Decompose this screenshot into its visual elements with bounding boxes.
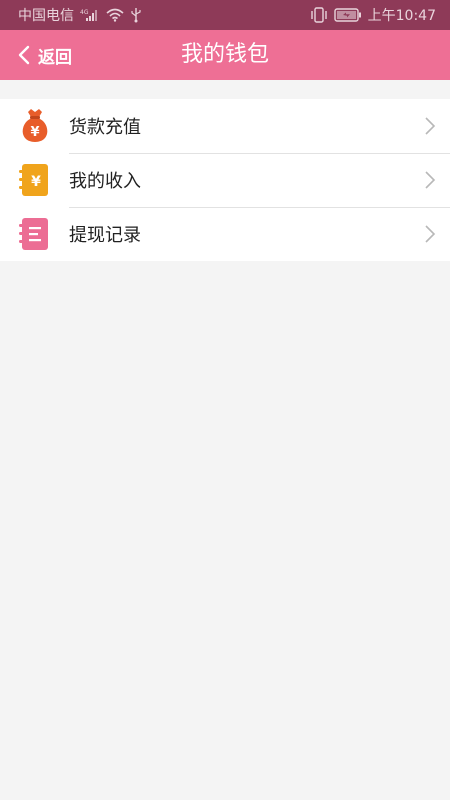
wallet-menu-list: ¥ 货款充值 ¥ 我的收入 提现记录: [0, 99, 450, 261]
chevron-right-icon: [424, 170, 436, 194]
menu-item-label: 提现记录: [69, 225, 141, 246]
status-bar: 中国电信 4G 上午10:47: [0, 0, 450, 30]
menu-item-label: 我的收入: [69, 171, 141, 192]
svg-text:¥: ¥: [31, 174, 41, 190]
battery-icon: [333, 8, 362, 22]
page-title: 我的钱包: [180, 42, 269, 67]
status-time: 上午10:47: [367, 8, 436, 24]
app-header: 返回 我的钱包: [0, 30, 450, 80]
menu-item-income[interactable]: ¥ 我的收入: [0, 153, 450, 207]
svg-text:4G: 4G: [80, 9, 89, 16]
chevron-right-icon: [424, 224, 436, 248]
usb-icon: [130, 7, 142, 23]
menu-item-withdraw-record[interactable]: 提现记录: [0, 207, 450, 261]
carrier-name: 中国电信: [18, 8, 74, 24]
wifi-icon: [106, 8, 124, 22]
money-bag-icon: ¥: [18, 108, 52, 144]
signal-icon: 4G: [80, 8, 100, 22]
svg-text:¥: ¥: [30, 125, 39, 140]
status-bar-right: 上午10:47: [310, 5, 436, 25]
menu-item-recharge[interactable]: ¥ 货款充值: [0, 99, 450, 153]
yen-notebook-icon: ¥: [18, 162, 52, 198]
status-bar-left: 中国电信 4G: [18, 5, 142, 25]
record-list-icon: [18, 216, 52, 252]
vibrate-icon: [310, 7, 328, 23]
chevron-right-icon: [424, 116, 436, 140]
menu-item-label: 货款充值: [69, 117, 141, 138]
